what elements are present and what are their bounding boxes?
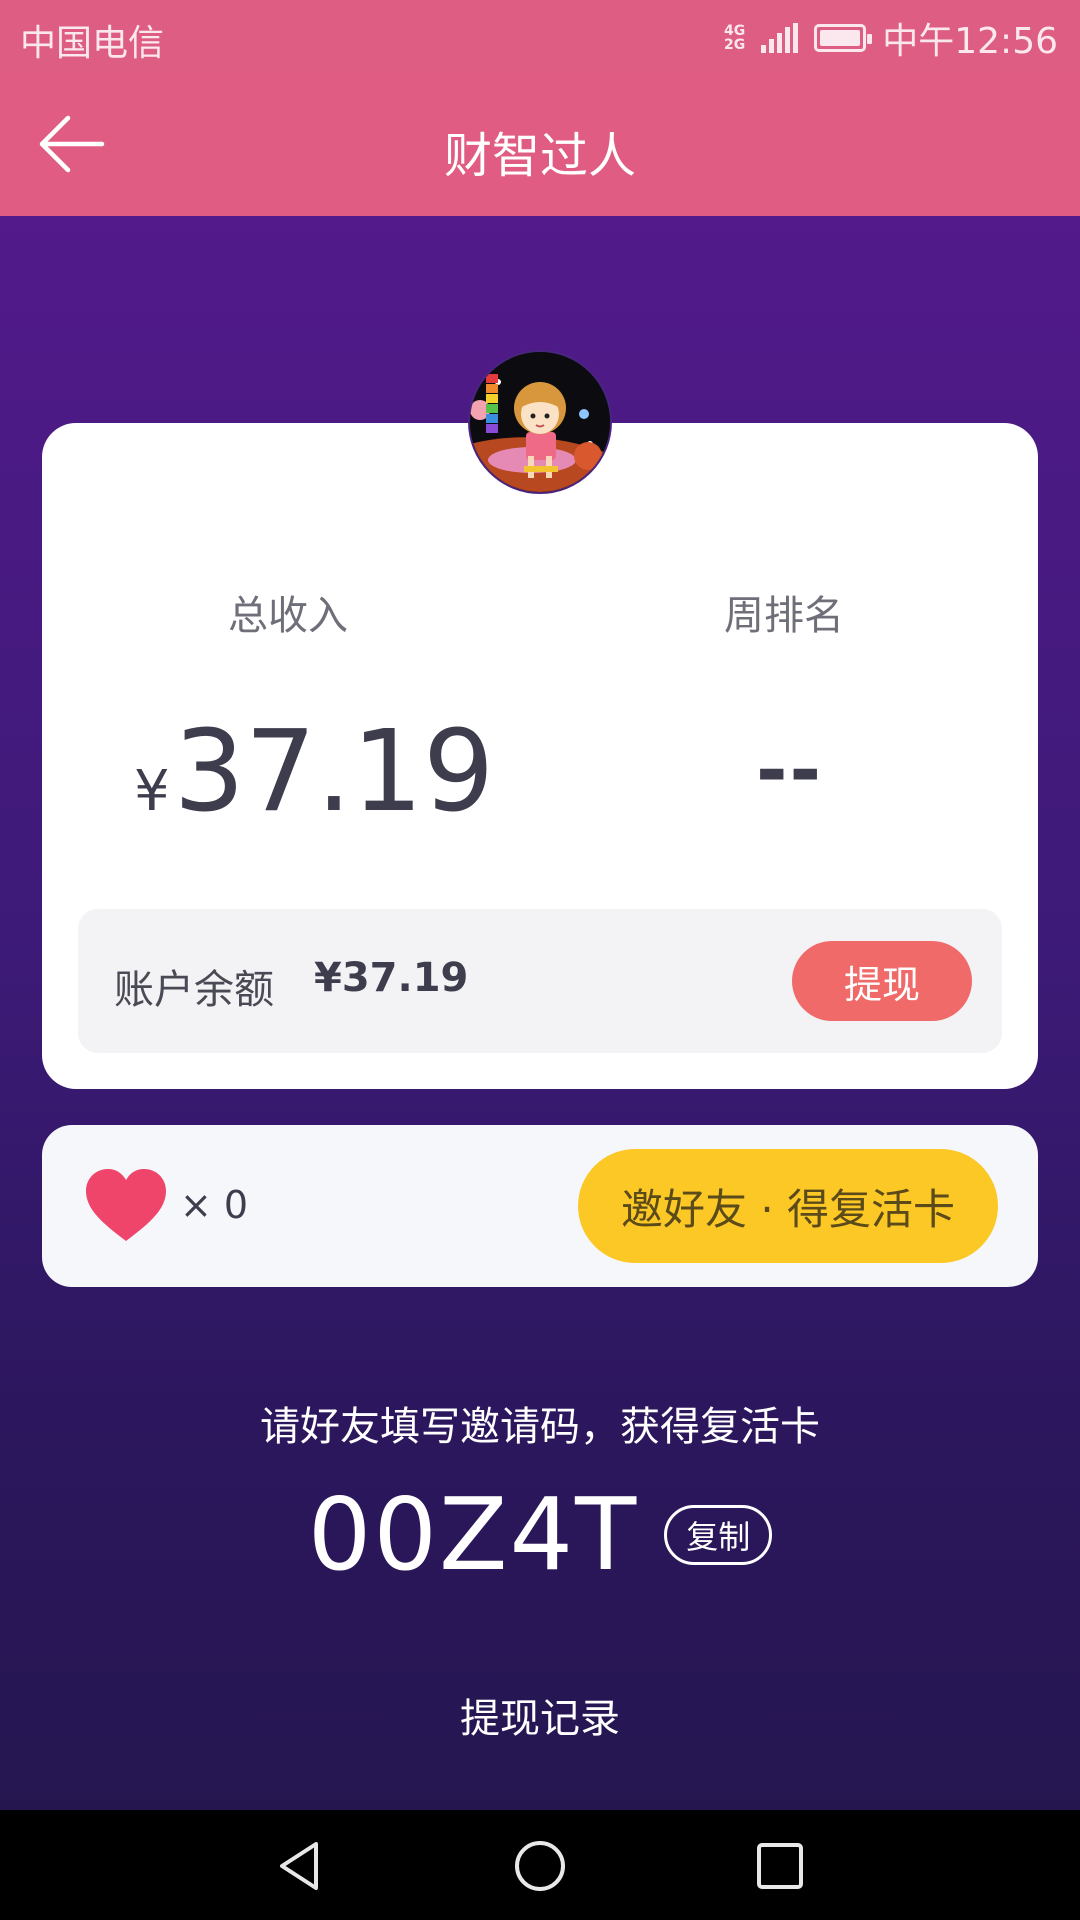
app-bar: 财智过人 [0,72,1080,216]
balance-label: 账户余额 [114,967,274,1013]
nav-home-icon[interactable] [508,1834,572,1898]
main-content: 总收入 周排名 ¥37.19 -- 账户余额 ¥37.19 提现 × 0 邀好友… [0,216,1080,1810]
revive-card-panel: × 0 邀好友 · 得复活卡 [42,1125,1038,1287]
nav-recents-icon[interactable] [748,1834,812,1898]
balance-panel: 账户余额 ¥37.19 提现 [78,909,1002,1053]
total-income-value: ¥37.19 [134,707,494,837]
avatar[interactable] [468,350,612,494]
currency-symbol: ¥ [134,759,170,824]
signal-icon [761,23,799,53]
revive-card-count: × 0 [180,1183,249,1227]
income-card: 总收入 周排名 ¥37.19 -- 账户余额 ¥37.19 提现 [42,423,1038,1089]
withdraw-records-link[interactable]: 提现记录 [0,1686,1080,1744]
avatar-image [470,352,610,492]
heart-icon [86,1169,166,1241]
clock: 中午12:56 [882,21,1058,62]
total-income-label: 总收入 [228,593,348,639]
withdraw-button[interactable]: 提现 [792,941,972,1021]
income-amount: 37.19 [173,707,495,837]
balance-value: ¥37.19 [314,955,469,1001]
system-nav-bar [0,1810,1080,1920]
page-title: 财智过人 [443,128,636,184]
weekly-rank-label: 周排名 [724,593,844,639]
copy-button[interactable]: 复制 [664,1504,773,1565]
carrier-name: 中国电信 [20,23,165,64]
nav-back-icon[interactable] [268,1834,332,1898]
invite-code: 00Z4T [307,1476,639,1593]
invite-hint: 请好友填写邀请码，获得复活卡 [260,1404,820,1450]
invite-friends-button[interactable]: 邀好友 · 得复活卡 [578,1149,998,1263]
invite-code-row: 00Z4T 复制 [0,1476,1080,1593]
weekly-rank-value: -- [756,725,824,814]
battery-icon [814,24,873,52]
network-type: 4G 2G [724,23,746,53]
status-bar: 中国电信 4G 2G 中午12:56 [0,0,1080,72]
